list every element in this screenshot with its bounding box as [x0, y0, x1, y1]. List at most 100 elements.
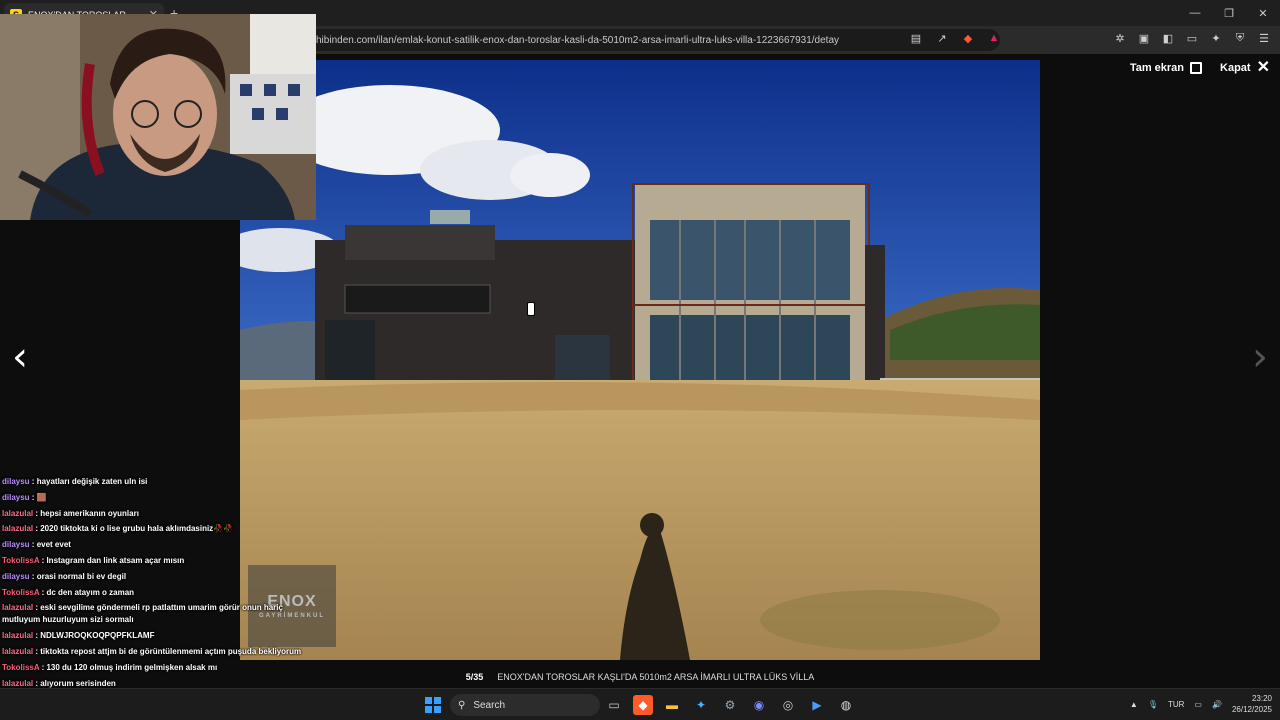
clock[interactable]: 23:20 26/12/2025	[1232, 693, 1272, 715]
chat-username[interactable]: dilaysu	[2, 540, 30, 549]
chat-text: 130 du 120 olmuş indirim gelmişken alsak…	[46, 662, 218, 672]
chat-username[interactable]: lalazulal	[2, 524, 33, 533]
chat-text: hayatları değişik zaten uln isi	[36, 477, 148, 486]
toolbar-right-icons: ✲ ▣ ◧ ▭ ✦ ⛨ ☰	[1112, 30, 1272, 46]
chat-separator: :	[29, 571, 37, 581]
chat-message: TokolissA : dc den atayım o zaman	[2, 585, 322, 601]
task-view-icon[interactable]: ▭	[604, 695, 624, 715]
url-text: hibinden.com/ilan/emlak-konut-satilik-en…	[316, 34, 840, 46]
chat-message: lalazulal : eski sevgilime göndermeli rp…	[2, 600, 322, 628]
next-photo-arrow-icon[interactable]: ›	[1252, 334, 1268, 380]
window-controls: — ❐ ✕	[1178, 0, 1280, 26]
search-label: Search	[473, 699, 506, 711]
chat-message: dilaysu : orasi normal bi ev degil	[2, 569, 322, 585]
system-tray: ▲ 🎙 TUR ▭ 🔊 23:20 26/12/2025	[1130, 693, 1272, 715]
share-icon[interactable]: ↗	[934, 30, 950, 46]
streamer-webcam	[0, 14, 316, 220]
chat-separator: :	[29, 492, 37, 502]
chat-message: TokolissA : 130 du 120 olmuş indirim gel…	[2, 660, 322, 676]
chat-message: dilaysu : 🟫	[2, 490, 322, 506]
chat-text: orasi normal bi ev degil	[36, 571, 127, 581]
chat-username[interactable]: lalazulal	[2, 603, 33, 612]
chat-username[interactable]: TokolissA	[2, 556, 39, 565]
app-icon-play[interactable]: ▶	[807, 695, 827, 715]
vpn-icon[interactable]: ⛨	[1232, 30, 1248, 46]
chat-text: Instagram dan link atsam açar mısın	[46, 555, 185, 565]
media-icon[interactable]: ▣	[1136, 30, 1152, 46]
close-icon: ✕	[1256, 59, 1270, 76]
lightbox-controls: Tam ekran Kapat ✕	[1129, 59, 1270, 76]
chat-message: lalazulal : NDLWJROQKOQPQPFKLAMF	[2, 628, 322, 644]
brave-browser-icon[interactable]: ◆	[633, 695, 653, 715]
reader-mode-icon[interactable]: ▤	[908, 30, 924, 46]
network-icon[interactable]: ▭	[1194, 700, 1202, 709]
chat-text: 🟫	[36, 492, 47, 502]
close-lightbox-button[interactable]: Kapat ✕	[1220, 59, 1270, 76]
menu-icon[interactable]: ☰	[1256, 30, 1272, 46]
chat-username[interactable]: lalazulal	[2, 509, 33, 518]
window-close-icon[interactable]: ✕	[1246, 0, 1280, 26]
chat-text: eski sevgilime göndermeli rp patlattım u…	[2, 603, 283, 625]
sidebar-icon[interactable]: ◧	[1160, 30, 1176, 46]
chat-username[interactable]: TokolissA	[2, 663, 39, 672]
microphone-icon[interactable]: 🎙	[1148, 700, 1158, 709]
chat-username[interactable]: lalazulal	[2, 647, 33, 656]
chat-text: hepsi amerikanın oyunları	[40, 508, 139, 518]
chat-username[interactable]: lalazulal	[2, 631, 33, 640]
extensions-icon[interactable]: ✲	[1112, 30, 1128, 46]
chat-username[interactable]: dilaysu	[2, 572, 30, 581]
villa-photo-image	[240, 60, 1040, 660]
discord-icon[interactable]: ◉	[749, 695, 769, 715]
chat-separator: :	[29, 540, 37, 550]
fullscreen-button[interactable]: Tam ekran	[1129, 62, 1203, 74]
app-icon-blue[interactable]: ✦	[691, 695, 711, 715]
taskbar-apps: ▭ ◆ ▬ ✦ ⚙ ◉ ◎ ▶ ◍	[604, 695, 856, 715]
volume-icon[interactable]: 🔊	[1212, 700, 1222, 709]
chat-text: evet evet	[36, 540, 71, 550]
restore-icon[interactable]: ❐	[1212, 0, 1246, 26]
brave-shield-icon[interactable]: ◆	[960, 30, 976, 46]
listing-photo: ENOX GAYRİMENKUL	[240, 60, 1040, 660]
webcam-image	[0, 14, 316, 220]
windows-taskbar: ⚲ Search ▭ ◆ ▬ ✦ ⚙ ◉ ◎ ▶ ◍ ▲ 🎙 TUR ▭ 🔊 2…	[0, 688, 1280, 720]
chat-username[interactable]: dilaysu	[2, 477, 30, 486]
leo-ai-icon[interactable]: ✦	[1208, 30, 1224, 46]
chat-text: 2020 tiktokta ki o lise grubu hala aklım…	[40, 524, 234, 534]
obs-icon[interactable]: ◍	[836, 695, 856, 715]
fullscreen-label: Tam ekran	[1129, 62, 1185, 74]
chat-message: dilaysu : hayatları değişik zaten uln is…	[2, 474, 322, 490]
chat-text: NDLWJROQKOQPQPFKLAMF	[40, 631, 155, 641]
fullscreen-icon	[1190, 62, 1203, 74]
address-bar[interactable]: hibinden.com/ilan/emlak-konut-satilik-en…	[300, 29, 1000, 51]
search-icon: ⚲	[458, 699, 466, 711]
clock-time: 23:20	[1251, 694, 1272, 703]
language-indicator[interactable]: TUR	[1168, 700, 1184, 709]
chat-message: lalazulal : 2020 tiktokta ki o lise grub…	[2, 521, 322, 537]
chat-message: lalazulal : hepsi amerikanın oyunları	[2, 506, 322, 522]
settings-gear-icon[interactable]: ⚙	[720, 695, 740, 715]
chat-text: alıyorum serisinden	[40, 678, 116, 688]
clock-date: 26/12/2025	[1231, 705, 1272, 714]
close-label: Kapat	[1220, 62, 1251, 74]
chat-username[interactable]: dilaysu	[2, 493, 30, 502]
photo-caption: ENOX'DAN TOROSLAR KAŞLI'DA 5010m2 ARSA İ…	[497, 672, 815, 682]
chat-text: dc den atayım o zaman	[46, 587, 135, 597]
chat-message: lalazulal : tiktokta repost attjm bi de …	[2, 644, 322, 660]
chat-message: dilaysu : evet evet	[2, 537, 322, 553]
chat-username[interactable]: lalazulal	[2, 679, 33, 688]
stream-chat: dilaysu : hayatları değişik zaten uln is…	[2, 474, 322, 720]
wallet-icon[interactable]: ▭	[1184, 30, 1200, 46]
minimize-icon[interactable]: —	[1178, 0, 1212, 26]
photo-counter: 5/35	[465, 672, 484, 682]
chat-text: tiktokta repost attjm bi de görüntülenme…	[40, 647, 302, 657]
brave-rewards-icon[interactable]: ▲	[986, 30, 1002, 46]
file-explorer-icon[interactable]: ▬	[662, 695, 682, 715]
chat-username[interactable]: TokolissA	[2, 588, 39, 597]
taskbar-search[interactable]: ⚲ Search	[450, 694, 600, 716]
chat-message: TokolissA : Instagram dan link atsam aça…	[2, 553, 322, 569]
chat-separator: :	[29, 477, 37, 486]
start-button-icon[interactable]	[425, 697, 441, 713]
previous-photo-arrow-icon[interactable]: ‹	[12, 334, 28, 380]
tray-chevron-up-icon[interactable]: ▲	[1130, 700, 1138, 709]
steam-icon[interactable]: ◎	[778, 695, 798, 715]
